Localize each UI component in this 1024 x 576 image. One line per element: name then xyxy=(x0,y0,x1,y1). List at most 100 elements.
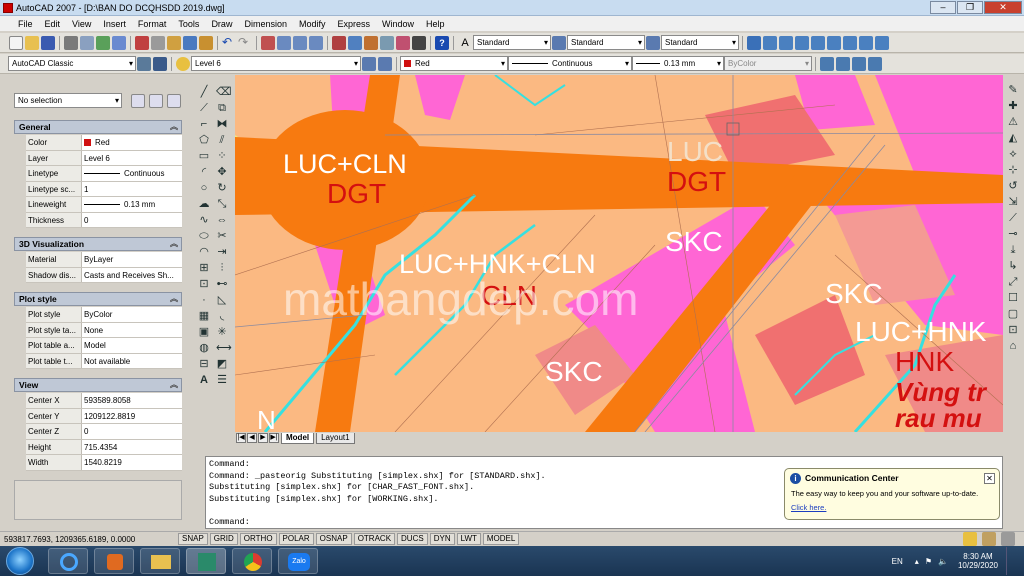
design-center-icon[interactable] xyxy=(348,35,362,50)
insert-block-icon[interactable]: ⊞ xyxy=(198,262,210,274)
tab-model[interactable]: Model xyxy=(281,432,315,444)
menu-express[interactable]: Express xyxy=(332,19,377,29)
chamfer-icon[interactable]: ◺ xyxy=(216,294,228,306)
plot-icon[interactable] xyxy=(64,35,78,50)
save-icon[interactable] xyxy=(41,35,55,50)
section-view[interactable]: View xyxy=(14,378,182,392)
workspace-select[interactable]: AutoCAD Classic xyxy=(8,56,136,71)
ellipse-arc-icon[interactable]: ◠ xyxy=(198,246,210,258)
first-tab-icon[interactable]: |◀ xyxy=(236,433,246,443)
markup-icon[interactable] xyxy=(396,35,410,50)
new-icon[interactable] xyxy=(9,35,23,50)
copy-icon[interactable] xyxy=(151,35,165,50)
view-bottom-icon[interactable] xyxy=(779,35,793,50)
fillet-icon[interactable]: ◟ xyxy=(216,310,228,322)
mirror-icon[interactable]: ⧓ xyxy=(216,118,228,130)
mtext-icon[interactable]: A xyxy=(198,374,210,386)
prop-row[interactable]: Plot style ByColor xyxy=(26,307,182,323)
prop-row[interactable]: Thickness 0 xyxy=(26,212,182,228)
dist-icon[interactable]: ⟷ xyxy=(216,342,232,354)
region-icon[interactable]: ◍ xyxy=(198,342,210,354)
prop-row[interactable]: Width 1540.8219 xyxy=(26,455,182,471)
status-lwt[interactable]: LWT xyxy=(456,533,481,545)
dim-text-edit-icon[interactable]: ⤢ xyxy=(1007,276,1019,288)
block-editor-icon[interactable] xyxy=(199,35,213,50)
viewport-clip-icon[interactable] xyxy=(868,56,882,71)
dim-continue-icon[interactable]: ↺ xyxy=(1007,180,1019,192)
trim-icon[interactable]: ✂ xyxy=(216,230,228,242)
flag-icon[interactable]: ⚑ xyxy=(925,557,932,566)
copy-object-icon[interactable]: ⧉ xyxy=(216,102,228,114)
make-block-icon[interactable]: ⊡ xyxy=(198,278,210,290)
area-icon[interactable]: ◩ xyxy=(216,358,228,370)
prop-row[interactable]: Plot table a... Model xyxy=(26,338,182,354)
dim-style-select[interactable]: Standard xyxy=(567,35,645,50)
lineweight-select[interactable]: 0.13 mm xyxy=(632,56,724,71)
ie-icon[interactable] xyxy=(48,548,88,574)
zoom-realtime-icon[interactable] xyxy=(277,35,291,50)
status-dyn[interactable]: DYN xyxy=(429,533,455,545)
circle-icon[interactable]: ○ xyxy=(198,182,210,194)
construction-line-icon[interactable]: ⟋ xyxy=(198,102,210,114)
break-icon[interactable]: ⫶ xyxy=(216,262,228,274)
status-ortho[interactable]: ORTHO xyxy=(239,533,277,545)
prop-row[interactable]: Layer Level 6 xyxy=(26,150,182,166)
dim-edit-icon[interactable]: ↳ xyxy=(1007,260,1019,272)
ellipse-icon[interactable]: ⬭ xyxy=(198,230,210,242)
lock-icon[interactable] xyxy=(982,532,996,546)
properties-icon[interactable] xyxy=(332,35,346,50)
menu-window[interactable]: Window xyxy=(376,19,420,29)
prop-row[interactable]: Shadow dis... Casts and Receives Sh... xyxy=(26,267,182,283)
dim-baseline-icon[interactable]: ⇲ xyxy=(1007,196,1019,208)
quick-select-icon[interactable] xyxy=(167,94,181,108)
status-snap[interactable]: SNAP xyxy=(178,533,208,545)
stretch-icon[interactable]: ⇔ xyxy=(216,214,228,226)
layer-manager-icon[interactable] xyxy=(153,56,167,71)
prop-row[interactable]: Plot table t... Not available xyxy=(26,353,182,369)
tray-arrow-icon[interactable]: ▴ xyxy=(915,557,919,566)
status-menu-icon[interactable] xyxy=(1001,532,1015,546)
line-icon[interactable]: ╱ xyxy=(198,86,210,98)
dim-diameter-icon[interactable]: ⟡ xyxy=(1007,148,1019,160)
erase-icon[interactable]: ⌫ xyxy=(216,86,232,98)
prev-tab-icon[interactable]: ◀ xyxy=(247,433,257,443)
dim-angular-icon[interactable]: ⚠ xyxy=(1007,116,1019,128)
revcloud-icon[interactable]: ☁ xyxy=(198,198,210,210)
status-osnap[interactable]: OSNAP xyxy=(315,533,352,545)
start-button[interactable] xyxy=(6,547,34,575)
close-button[interactable]: ✕ xyxy=(984,1,1022,14)
toggle-pickadd-icon[interactable] xyxy=(131,94,145,108)
redo-icon[interactable]: ↷ xyxy=(238,35,252,50)
status-grid[interactable]: GRID xyxy=(209,533,238,545)
arc-icon[interactable]: ◜ xyxy=(198,166,210,178)
prop-row[interactable]: Lineweight 0.13 mm xyxy=(26,197,182,213)
spline-icon[interactable]: ∿ xyxy=(198,214,210,226)
dim-ordinate-icon[interactable]: ⊹ xyxy=(1007,164,1019,176)
view-top-icon[interactable] xyxy=(763,35,777,50)
status-model[interactable]: MODEL xyxy=(482,533,520,545)
prop-row[interactable]: Linetype Continuous xyxy=(26,166,182,182)
maximize-button[interactable]: ❐ xyxy=(957,1,983,14)
pan-realtime-icon[interactable] xyxy=(261,35,275,50)
status-ducs[interactable]: DUCS xyxy=(397,533,428,545)
extend-icon[interactable]: ⇥ xyxy=(216,246,228,258)
polygon-icon[interactable]: ⬠ xyxy=(198,134,210,146)
list-icon[interactable]: ☰ xyxy=(216,374,228,386)
polyline-icon[interactable]: ⌐ xyxy=(198,118,210,130)
dim-linear-icon[interactable]: ✎ xyxy=(1007,84,1019,96)
clock[interactable]: 8:30 AM 10/29/2020 xyxy=(958,552,998,570)
3d-dwf-icon[interactable] xyxy=(112,35,126,50)
view-se-icon[interactable] xyxy=(875,35,889,50)
menu-help[interactable]: Help xyxy=(420,19,451,29)
join-icon[interactable]: ⊷ xyxy=(216,278,228,290)
sheet-set-icon[interactable] xyxy=(380,35,394,50)
offset-icon[interactable]: ⫽ xyxy=(216,134,228,146)
prop-row[interactable]: Linetype sc... 1 xyxy=(26,181,182,197)
last-tab-icon[interactable]: ▶| xyxy=(269,433,279,443)
balloon-link[interactable]: Click here. xyxy=(791,503,826,512)
language-indicator[interactable]: EN xyxy=(892,557,903,566)
view-cube-icon[interactable] xyxy=(747,35,761,50)
zoom-window-icon[interactable] xyxy=(293,35,307,50)
view-right-icon[interactable] xyxy=(811,35,825,50)
autocad-taskbar-icon[interactable] xyxy=(186,548,226,574)
